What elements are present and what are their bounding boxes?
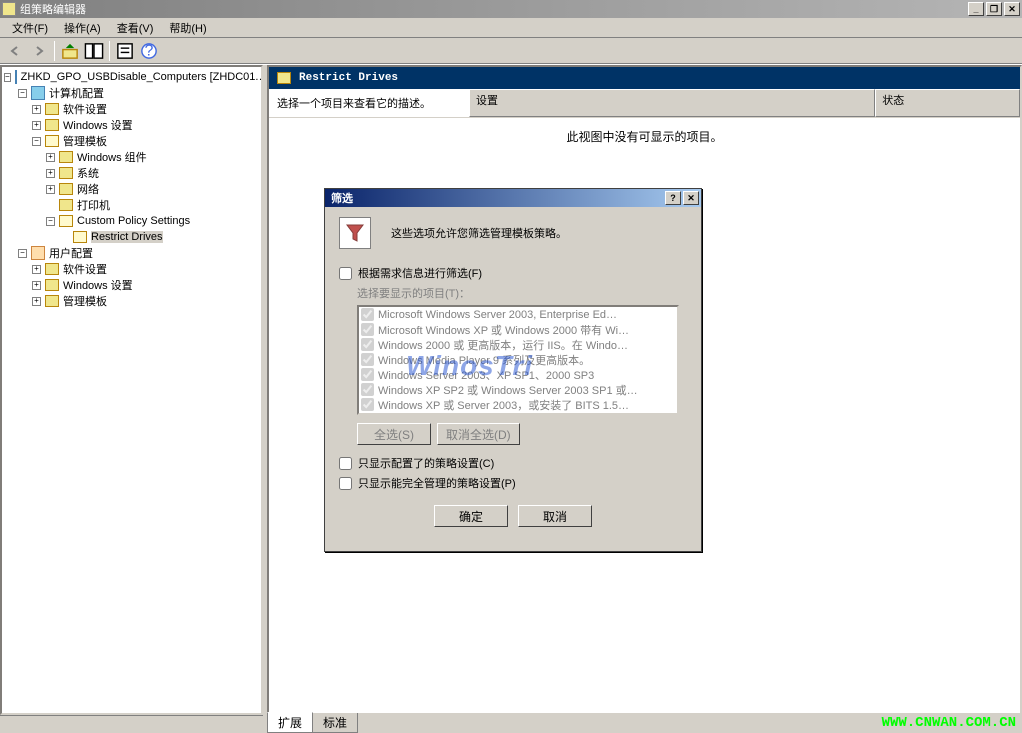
- folder-icon: [59, 215, 73, 227]
- folder-icon: [45, 119, 59, 131]
- show-hide-tree-button[interactable]: [83, 40, 105, 62]
- list-item[interactable]: Windows XP 或 Server 2003，或安装了 BITS 1.5…: [359, 397, 677, 412]
- folder-icon: [59, 151, 73, 163]
- cancel-button[interactable]: 取消: [518, 505, 592, 527]
- back-button[interactable]: [4, 40, 26, 62]
- columns-row: 选择一个项目来查看它的描述。 设置 状态: [269, 89, 1020, 118]
- chk-managed-input[interactable]: [339, 477, 352, 490]
- dialog-title: 筛选: [327, 190, 353, 206]
- folder-icon: [45, 135, 59, 147]
- empty-message: 此视图中没有可显示的项目。: [269, 118, 1020, 155]
- window-titlebar: 组策略编辑器 _ ❐ ✕: [0, 0, 1022, 18]
- tree-computer-config[interactable]: 计算机配置: [49, 85, 104, 101]
- svg-text:?: ?: [145, 42, 154, 59]
- app-icon: [2, 2, 16, 16]
- forward-button[interactable]: [28, 40, 50, 62]
- tree-windows2[interactable]: Windows 设置: [63, 277, 133, 293]
- chk-filter-input[interactable]: [339, 267, 352, 280]
- chk-configured-only[interactable]: 只显示配置了的策略设置(C): [339, 455, 687, 471]
- menu-action[interactable]: 操作(A): [56, 18, 109, 38]
- dialog-help-button[interactable]: ?: [665, 191, 681, 205]
- tree-custom-policy[interactable]: Custom Policy Settings: [77, 215, 190, 227]
- filter-dialog: 筛选 ? ✕ 这些选项允许您筛选管理模板策略。 根据需求信息进行筛选(F) 选择…: [324, 188, 702, 552]
- list-item[interactable]: Windows Server 2003、XP SP1、2000 SP3: [359, 367, 677, 382]
- folder-icon: [59, 167, 73, 179]
- content-header: Restrict Drives: [269, 67, 1020, 89]
- dialog-intro: 这些选项允许您筛选管理模板策略。: [391, 225, 567, 241]
- tab-standard[interactable]: 标准: [312, 713, 358, 733]
- policy-icon: [15, 70, 17, 84]
- filter-icon: [339, 217, 371, 249]
- tree-system[interactable]: 系统: [77, 165, 99, 181]
- column-setting[interactable]: 设置: [469, 89, 875, 117]
- list-item[interactable]: Microsoft Windows XP 或 Windows 2000 带有 W…: [359, 322, 677, 337]
- menu-view[interactable]: 查看(V): [109, 18, 162, 38]
- folder-icon: [45, 103, 59, 115]
- menu-help[interactable]: 帮助(H): [161, 18, 214, 38]
- list-item[interactable]: Windows 2000 或 更高版本，运行 IIS。在 Windo…: [359, 337, 677, 352]
- items-listbox[interactable]: Microsoft Windows Server 2003, Enterpris…: [357, 305, 679, 415]
- properties-button[interactable]: [114, 40, 136, 62]
- restore-button[interactable]: ❐: [986, 2, 1002, 16]
- folder-icon: [59, 183, 73, 195]
- column-state[interactable]: 状态: [875, 89, 1020, 117]
- folder-icon: [45, 279, 59, 291]
- dialog-titlebar[interactable]: 筛选 ? ✕: [325, 189, 701, 207]
- tree-software[interactable]: 软件设置: [63, 101, 107, 117]
- tree-restrict-drives[interactable]: Restrict Drives: [91, 231, 163, 243]
- tab-extended[interactable]: 扩展: [267, 712, 313, 733]
- folder-icon: [45, 263, 59, 275]
- select-items-label: 选择要显示的项目(T)：: [357, 285, 687, 301]
- folder-icon: [73, 231, 87, 243]
- menubar: 文件(F) 操作(A) 查看(V) 帮助(H): [0, 18, 1022, 38]
- tree-user-config[interactable]: 用户配置: [49, 245, 93, 261]
- description-prompt: 选择一个项目来查看它的描述。: [269, 89, 469, 117]
- url-watermark: WWW.CNWAN.COM.CN: [882, 715, 1016, 731]
- folder-icon: [59, 199, 73, 211]
- tree-admin-templates2[interactable]: 管理模板: [63, 293, 107, 309]
- window-title: 组策略编辑器: [20, 1, 86, 17]
- tree-software2[interactable]: 软件设置: [63, 261, 107, 277]
- close-button[interactable]: ✕: [1004, 2, 1020, 16]
- menu-file[interactable]: 文件(F): [4, 18, 56, 38]
- tree-win-components[interactable]: Windows 组件: [77, 149, 147, 165]
- tree-network[interactable]: 网络: [77, 181, 99, 197]
- help-button[interactable]: ?: [138, 40, 160, 62]
- list-item[interactable]: Microsoft Windows Server 2003, Enterpris…: [359, 307, 677, 322]
- tree-root[interactable]: ZHKD_GPO_USBDisable_Computers [ZHDC01.…: [21, 71, 263, 83]
- chk-filter-by-requirement[interactable]: 根据需求信息进行筛选(F): [339, 265, 687, 281]
- minimize-button[interactable]: _: [968, 2, 984, 16]
- list-item[interactable]: Windows Media Player 9 系列及更高版本。: [359, 352, 677, 367]
- chk-managed-only[interactable]: 只显示能完全管理的策略设置(P): [339, 475, 687, 491]
- tree-admin-templates[interactable]: 管理模板: [63, 133, 107, 149]
- tree-panel[interactable]: −ZHKD_GPO_USBDisable_Computers [ZHDC01.……: [0, 65, 263, 715]
- up-button[interactable]: [59, 40, 81, 62]
- content-title: Restrict Drives: [299, 72, 398, 84]
- folder-icon: [277, 72, 291, 84]
- user-icon: [31, 246, 45, 260]
- dialog-close-button[interactable]: ✕: [683, 191, 699, 205]
- tree-printers[interactable]: 打印机: [77, 197, 110, 213]
- list-item[interactable]: Windows XP SP2 或 Windows Server 2003 SP1…: [359, 382, 677, 397]
- deselect-all-button: 取消全选(D): [437, 423, 520, 445]
- tree-windows[interactable]: Windows 设置: [63, 117, 133, 133]
- computer-icon: [31, 86, 45, 100]
- chk-configured-input[interactable]: [339, 457, 352, 470]
- folder-icon: [45, 295, 59, 307]
- ok-button[interactable]: 确定: [434, 505, 508, 527]
- toolbar: ?: [0, 38, 1022, 64]
- select-all-button: 全选(S): [357, 423, 431, 445]
